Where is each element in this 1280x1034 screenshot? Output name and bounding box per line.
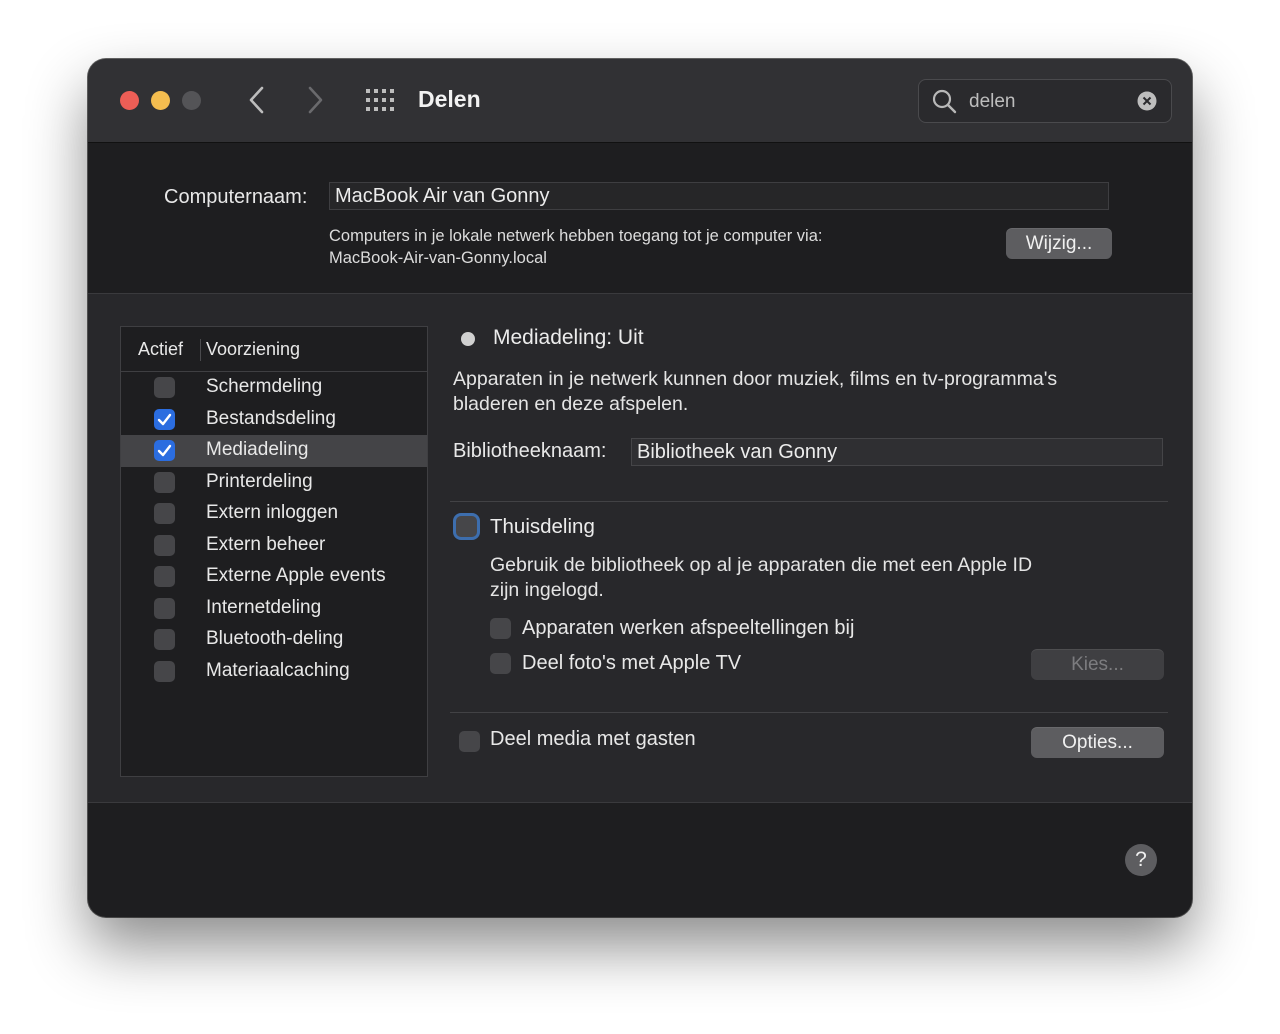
checkmark-icon — [157, 413, 172, 425]
service-checkbox[interactable] — [154, 408, 175, 430]
service-rows: Schermdeling Bestandsdeling Mediadeling Pri… — [121, 372, 427, 687]
service-name: Schermdeling — [206, 376, 323, 397]
computer-name-field[interactable] — [329, 182, 1109, 210]
share-photos-apple-tv-label: Deel foto's met Apple TV — [522, 652, 742, 674]
update-play-counts-checkbox[interactable] — [490, 618, 511, 639]
choose-photos-button[interactable]: Kies... — [1031, 649, 1164, 680]
service-checkbox[interactable] — [154, 377, 175, 398]
network-info-line: Computers in je lokale netwerk hebben to… — [329, 227, 823, 245]
computer-name-label: Computernaam: — [164, 186, 308, 208]
service-row[interactable]: Schermdeling — [121, 372, 427, 404]
service-name: Bestandsdeling — [206, 407, 336, 429]
service-checkbox[interactable] — [154, 534, 175, 556]
service-name: Externe Apple events — [206, 565, 386, 586]
service-list: Actief Voorziening Schermdeling Bestandsd… — [120, 326, 428, 777]
system-preferences-window: Delen Computernaam: Computers in je loka… — [88, 59, 1192, 917]
service-checkbox[interactable] — [154, 566, 175, 587]
service-checkbox[interactable] — [154, 597, 175, 619]
home-sharing-description: Gebruik de bibliotheek op al je apparate… — [490, 553, 1130, 603]
description-line: bladeren en deze afspelen. — [453, 393, 689, 415]
share-with-guests-checkbox[interactable] — [459, 731, 480, 752]
computer-name-section: Computernaam: Computers in je lokale net… — [88, 143, 1192, 293]
help-button[interactable]: ? — [1125, 844, 1157, 876]
service-row[interactable]: Externe Apple events — [121, 561, 427, 593]
column-header-service[interactable]: Voorziening — [206, 339, 300, 360]
service-row[interactable]: Materiaalcaching — [121, 656, 427, 688]
service-row[interactable]: Extern beheer — [121, 530, 427, 562]
divider — [450, 501, 1168, 502]
service-name: Internetdeling — [206, 596, 322, 618]
service-name: Extern inloggen — [206, 502, 339, 523]
service-checkbox[interactable] — [154, 471, 175, 493]
service-row[interactable]: Printerdeling — [121, 467, 427, 499]
service-checkbox[interactable] — [154, 629, 175, 650]
divider — [450, 712, 1168, 713]
service-checkbox[interactable] — [154, 440, 175, 461]
back-arrow-icon[interactable] — [243, 81, 271, 119]
status-indicator-icon — [461, 332, 475, 346]
service-row[interactable]: Internetdeling — [121, 593, 427, 625]
service-checkbox[interactable] — [154, 660, 175, 682]
library-name-field[interactable] — [631, 438, 1163, 466]
window-title: Delen — [418, 86, 481, 112]
service-checkbox[interactable] — [154, 503, 175, 524]
show-all-grid-icon[interactable] — [365, 88, 397, 112]
share-with-guests-label: Deel media met gasten — [490, 728, 696, 750]
home-sharing-checkbox[interactable] — [456, 516, 477, 537]
title-bar: Delen — [88, 59, 1192, 143]
media-sharing-description: Apparaten in je netwerk kunnen door muzi… — [453, 367, 1153, 417]
library-name-label: Bibliotheeknaam: — [453, 440, 607, 462]
service-row[interactable]: Bluetooth-deling — [121, 624, 427, 656]
minimize-window-button[interactable] — [151, 91, 170, 110]
service-row[interactable]: Mediadeling — [121, 435, 427, 467]
column-header-active[interactable]: Actief — [138, 339, 183, 360]
search-box[interactable] — [918, 79, 1172, 123]
service-name: Bluetooth-deling — [206, 628, 344, 649]
forward-arrow-icon[interactable] — [301, 81, 329, 119]
media-sharing-panel: Mediadeling: Uit Apparaten in je netwerk… — [448, 294, 1172, 802]
service-row[interactable]: Extern inloggen — [121, 498, 427, 530]
clear-search-icon[interactable] — [1137, 91, 1157, 111]
description-line: zijn ingelogd. — [490, 579, 604, 601]
service-name: Printerdeling — [206, 470, 313, 492]
sharing-content: Actief Voorziening Schermdeling Bestandsd… — [88, 293, 1192, 803]
description-line: Apparaten in je netwerk kunnen door muzi… — [453, 368, 1058, 390]
service-list-header: Actief Voorziening — [121, 327, 427, 372]
search-input[interactable] — [967, 86, 1131, 118]
media-sharing-status: Mediadeling: Uit — [493, 326, 644, 349]
home-sharing-label: Thuisdeling — [490, 515, 595, 538]
search-icon — [932, 89, 957, 114]
close-window-button[interactable] — [120, 91, 139, 110]
description-line: Gebruik de bibliotheek op al je apparate… — [490, 554, 1033, 576]
service-name: Mediadeling — [206, 439, 309, 460]
zoom-window-button[interactable] — [182, 91, 201, 110]
local-hostname: MacBook-Air-van-Gonny.local — [329, 249, 547, 267]
network-info: Computers in je lokale netwerk hebben to… — [329, 225, 822, 269]
column-separator — [200, 339, 201, 361]
service-name: Extern beheer — [206, 533, 326, 555]
guest-options-button[interactable]: Opties... — [1031, 727, 1164, 758]
update-play-counts-label: Apparaten werken afspeeltellingen bij — [522, 617, 855, 639]
edit-hostname-button[interactable]: Wijzig... — [1006, 228, 1112, 259]
checkmark-icon — [157, 444, 172, 457]
service-name: Materiaalcaching — [206, 659, 350, 681]
service-row[interactable]: Bestandsdeling — [121, 404, 427, 436]
share-photos-apple-tv-checkbox[interactable] — [490, 653, 511, 674]
